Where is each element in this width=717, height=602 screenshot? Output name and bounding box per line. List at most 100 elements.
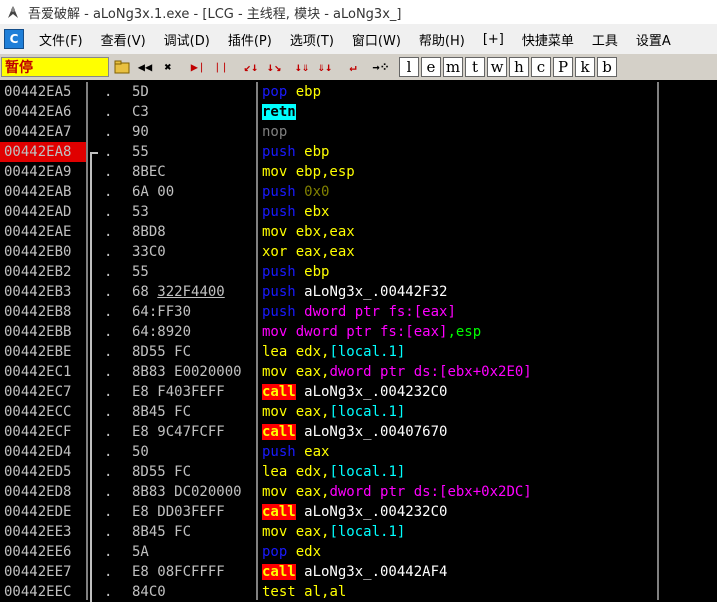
menu-window[interactable]: 窗口(W) — [343, 30, 410, 49]
instruction-cell[interactable]: call aLoNg3x_.004232C0 — [262, 502, 447, 522]
instruction-cell[interactable]: retn — [262, 102, 296, 122]
address-cell[interactable]: 00442EAD — [4, 202, 71, 222]
hex-dump-cell[interactable]: 55 — [132, 262, 255, 282]
address-cell[interactable]: 00442EA8 — [0, 142, 86, 162]
disasm-row[interactable]: 00442EA9. 8BEC mov ebp,esp — [0, 162, 717, 182]
hex-dump-cell[interactable]: 6A 00 — [132, 182, 255, 202]
disasm-row[interactable]: 00442EAE. 8BD8 mov ebx,eax — [0, 222, 717, 242]
disasm-row[interactable]: 00442EA6. C3 retn — [0, 102, 717, 122]
instruction-cell[interactable]: test al,al — [262, 582, 346, 602]
instruction-cell[interactable]: pop edx — [262, 542, 321, 562]
instruction-cell[interactable]: push ebp — [262, 142, 329, 162]
instruction-cell[interactable]: mov eax,dword ptr ds:[ebx+0x2E0] — [262, 362, 532, 382]
disasm-row[interactable]: 00442EB8. 64:FF30 push dword ptr fs:[eax] — [0, 302, 717, 322]
hex-dump-cell[interactable]: 8B83 DC020000 — [132, 482, 255, 502]
disasm-row[interactable]: 00442EE7. E8 08FCFFFF call aLoNg3x_.00442A… — [0, 562, 717, 582]
hex-dump-cell[interactable]: 5A — [132, 542, 255, 562]
step-over-icon[interactable]: ↓↘ — [264, 57, 284, 77]
address-cell[interactable]: 00442EAB — [4, 182, 71, 202]
instruction-cell[interactable]: push eax — [262, 442, 329, 462]
disasm-row[interactable]: 00442EE6. 5A pop edx — [0, 542, 717, 562]
disasm-row[interactable]: 00442EE3. 8B45 FC mov eax,[local.1] — [0, 522, 717, 542]
disasm-row[interactable]: 00442ED5. 8D55 FC lea edx,[local.1] — [0, 462, 717, 482]
hex-dump-cell[interactable]: 8D55 FC — [132, 462, 255, 482]
hex-dump-cell[interactable]: E8 DD03FEFF — [132, 502, 255, 522]
disasm-row[interactable]: 00442EA7. 90 nop — [0, 122, 717, 142]
address-cell[interactable]: 00442EC1 — [4, 362, 71, 382]
instruction-cell[interactable]: push ebp — [262, 262, 329, 282]
hex-dump-cell[interactable]: 8B45 FC — [132, 522, 255, 542]
address-cell[interactable]: 00442EE6 — [4, 542, 71, 562]
address-cell[interactable]: 00442EE7 — [4, 562, 71, 582]
hex-dump-cell[interactable]: 8B45 FC — [132, 402, 255, 422]
instruction-cell[interactable]: nop — [262, 122, 287, 142]
disasm-row[interactable]: 00442EEC. 84C0 test al,al — [0, 582, 717, 602]
disasm-row[interactable]: 00442EC1. 8B83 E0020000 mov eax,dword ptr … — [0, 362, 717, 382]
rewind-icon[interactable]: ◀◀ — [135, 57, 155, 77]
address-cell[interactable]: 00442ECC — [4, 402, 71, 422]
hex-dump-cell[interactable]: 90 — [132, 122, 255, 142]
address-cell[interactable]: 00442EA7 — [4, 122, 71, 142]
goto-icon[interactable]: →⁘ — [371, 57, 391, 77]
memory-map-button[interactable]: m — [443, 57, 463, 77]
run-icon[interactable]: ▶❘ — [188, 57, 208, 77]
instruction-cell[interactable]: mov eax,dword ptr ds:[ebx+0x2DC] — [262, 482, 532, 502]
instruction-cell[interactable]: push dword ptr fs:[eax] — [262, 302, 456, 322]
hex-dump-cell[interactable]: E8 9C47FCFF — [132, 422, 255, 442]
address-cell[interactable]: 00442EB2 — [4, 262, 71, 282]
instruction-cell[interactable]: mov dword ptr fs:[eax],esp — [262, 322, 481, 342]
log-window-button[interactable]: l — [399, 57, 419, 77]
address-cell[interactable]: 00442EBB — [4, 322, 71, 342]
instruction-cell[interactable]: xor eax,eax — [262, 242, 355, 262]
address-cell[interactable]: 00442EA9 — [4, 162, 71, 182]
instruction-cell[interactable]: mov ebp,esp — [262, 162, 355, 182]
menu-shortcut[interactable]: 快捷菜单 — [513, 30, 583, 49]
instruction-cell[interactable]: push aLoNg3x_.00442F32 — [262, 282, 447, 302]
instruction-cell[interactable]: mov ebx,eax — [262, 222, 355, 242]
hex-dump-cell[interactable]: C3 — [132, 102, 255, 122]
disasm-row[interactable]: 00442EA5. 5D pop ebp — [0, 82, 717, 102]
address-cell[interactable]: 00442EE3 — [4, 522, 71, 542]
address-cell[interactable]: 00442EAE — [4, 222, 71, 242]
hex-dump-cell[interactable]: 33C0 — [132, 242, 255, 262]
hex-dump-cell[interactable]: 8BD8 — [132, 222, 255, 242]
menu-tools[interactable]: 工具 — [583, 30, 627, 49]
menu-plus[interactable]: [+] — [474, 32, 513, 47]
address-cell[interactable]: 00442EB3 — [4, 282, 71, 302]
hex-dump-cell[interactable]: 84C0 — [132, 582, 255, 602]
menu-help[interactable]: 帮助(H) — [410, 30, 474, 49]
hex-dump-cell[interactable]: 64:8920 — [132, 322, 255, 342]
address-cell[interactable]: 00442EDE — [4, 502, 71, 522]
hex-dump-cell[interactable]: 53 — [132, 202, 255, 222]
hex-dump-cell[interactable]: 50 — [132, 442, 255, 462]
step-into-icon[interactable]: ↙↓ — [241, 57, 261, 77]
disasm-row[interactable]: 00442EAB. 6A 00 push 0x0 — [0, 182, 717, 202]
hex-dump-cell[interactable]: 5D — [132, 82, 255, 102]
windows-button[interactable]: w — [487, 57, 507, 77]
instruction-cell[interactable]: call aLoNg3x_.004232C0 — [262, 382, 447, 402]
disasm-row[interactable]: 00442EAD. 53 push ebx — [0, 202, 717, 222]
threads-button[interactable]: t — [465, 57, 485, 77]
trace-over-icon[interactable]: ⇓↓ — [315, 57, 335, 77]
address-cell[interactable]: 00442ED8 — [4, 482, 71, 502]
address-cell[interactable]: 00442EB8 — [4, 302, 71, 322]
menu-view[interactable]: 查看(V) — [92, 30, 155, 49]
trace-into-icon[interactable]: ↓⇓ — [292, 57, 312, 77]
menu-plugins[interactable]: 插件(P) — [219, 30, 281, 49]
hex-dump-cell[interactable]: 8D55 FC — [132, 342, 255, 362]
open-folder-icon[interactable] — [112, 57, 132, 77]
disasm-row[interactable]: 00442ECF. E8 9C47FCFF call aLoNg3x_.004076… — [0, 422, 717, 442]
menu-file[interactable]: 文件(F) — [30, 30, 92, 49]
disasm-row[interactable]: 00442EA8. 55 push ebp — [0, 142, 717, 162]
disasm-row[interactable]: 00442EC7. E8 F403FEFF call aLoNg3x_.004232… — [0, 382, 717, 402]
disasm-row[interactable]: 00442EB3. 68 322F4400 push aLoNg3x_.00442F… — [0, 282, 717, 302]
address-cell[interactable]: 00442EA6 — [4, 102, 71, 122]
call-stack-button[interactable]: k — [575, 57, 595, 77]
cpu-window-icon[interactable]: C — [4, 29, 24, 49]
disasm-row[interactable]: 00442EB2. 55 push ebp — [0, 262, 717, 282]
instruction-cell[interactable]: call aLoNg3x_.00442AF4 — [262, 562, 447, 582]
disasm-row[interactable]: 00442EBE. 8D55 FC lea edx,[local.1] — [0, 342, 717, 362]
hex-dump-cell[interactable]: 8BEC — [132, 162, 255, 182]
instruction-cell[interactable]: pop ebp — [262, 82, 321, 102]
address-cell[interactable]: 00442EC7 — [4, 382, 71, 402]
